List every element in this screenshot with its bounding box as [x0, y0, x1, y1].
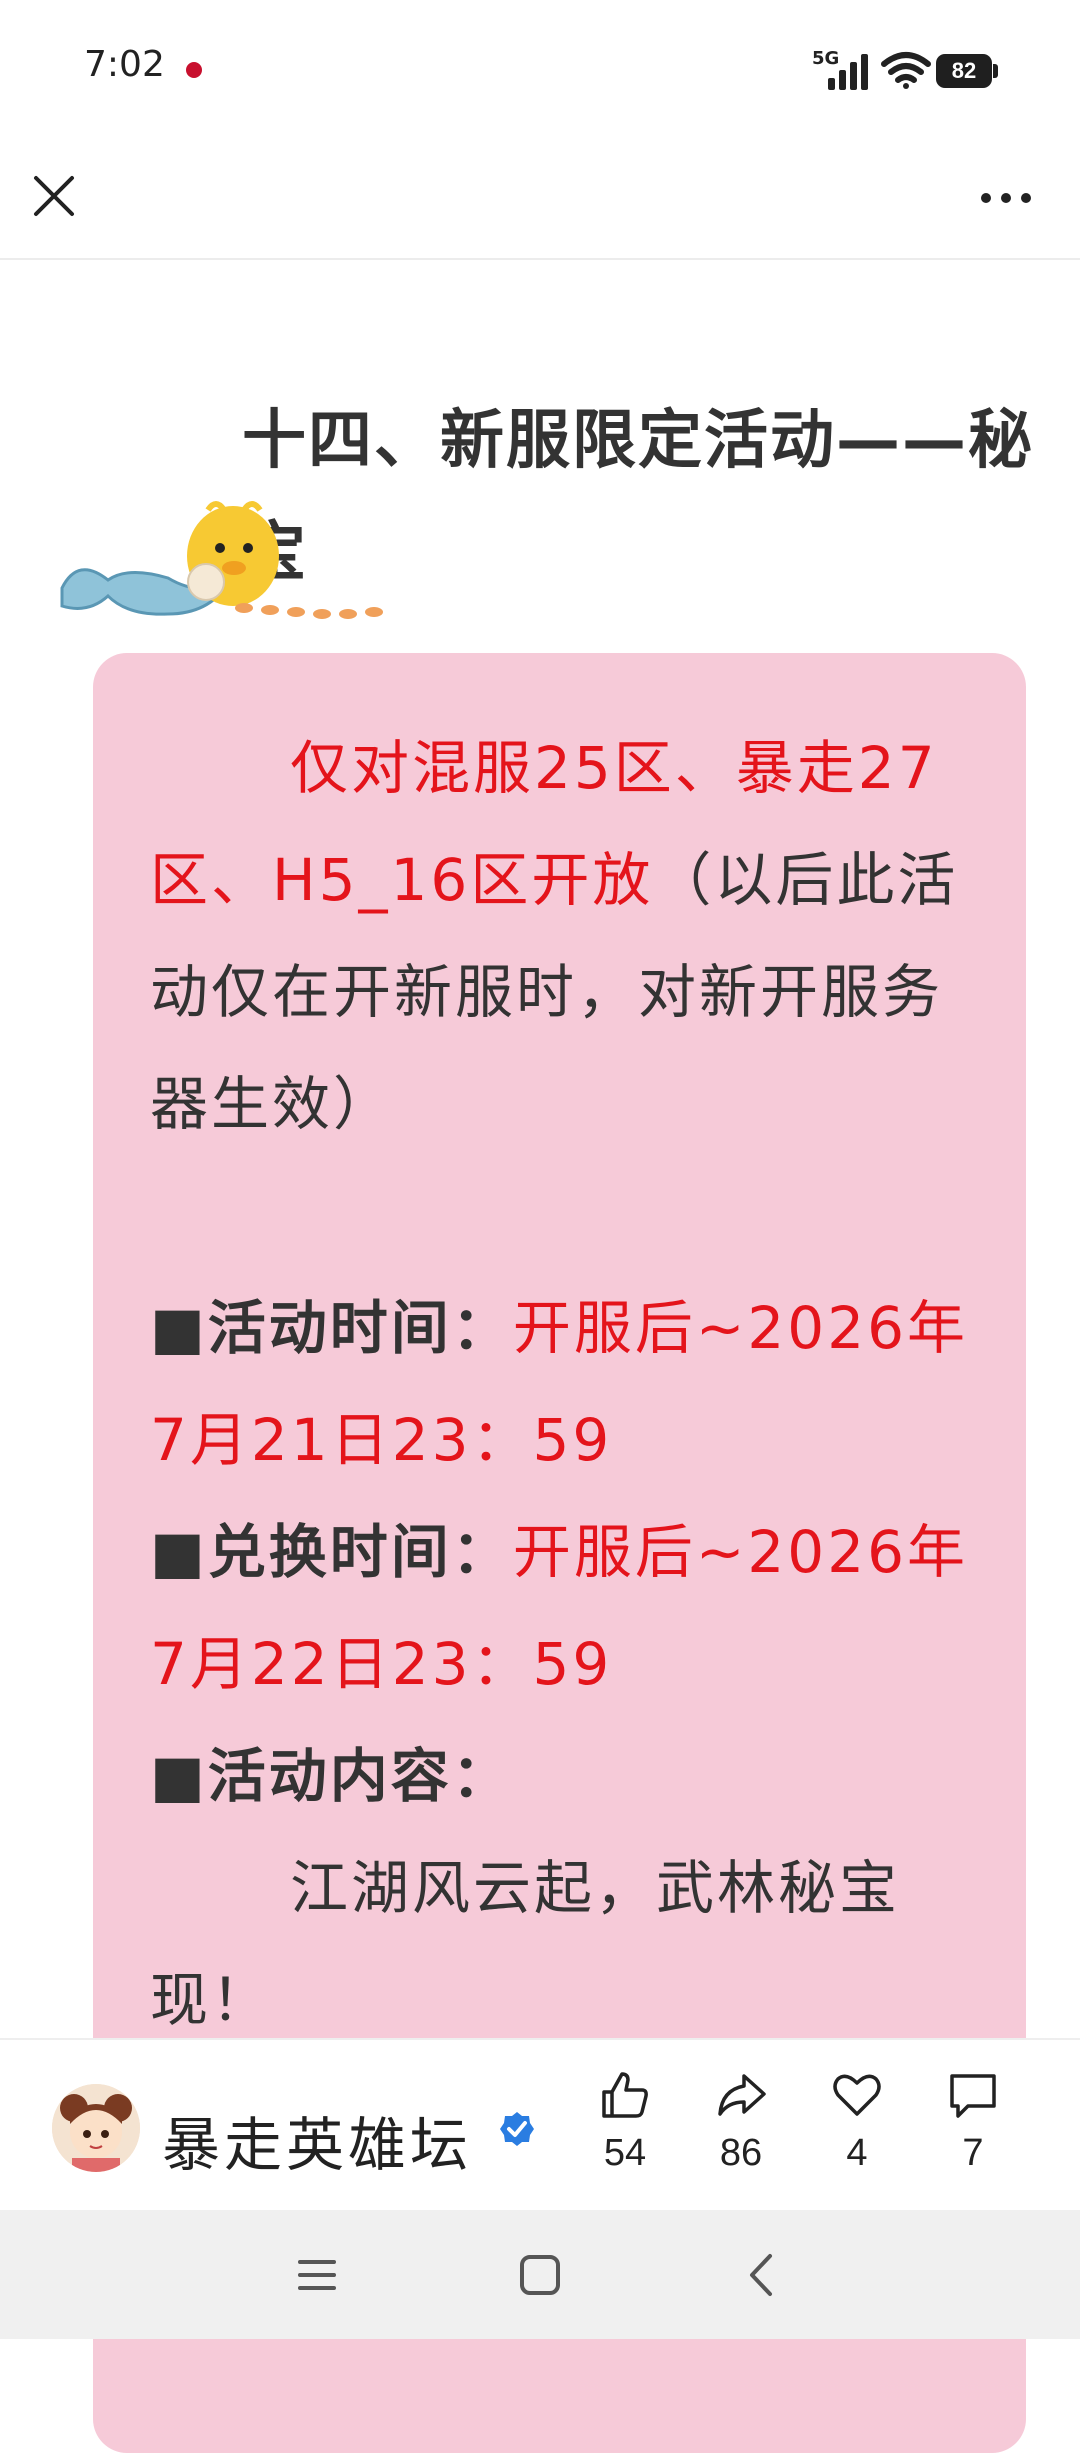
like-button[interactable]: 54 [580, 2068, 670, 2175]
thumbs-up-icon [602, 2072, 648, 2118]
activity-content-text: 江湖风云起，武林秘宝现！ [150, 1854, 901, 2034]
author-avatar[interactable] [52, 2084, 140, 2172]
exchange-time: ■兑换时间：开服后~2026年7月22日23：59 [150, 1496, 970, 1720]
notification-icon [186, 62, 202, 78]
share-count: 86 [719, 2132, 763, 2174]
battery-icon: 82 [936, 54, 998, 88]
activity-content-label: ■活动内容： [150, 1742, 513, 1810]
verified-badge-icon [500, 2112, 534, 2146]
top-bar [0, 140, 1080, 260]
status-bar: 7:02 5G 82 [0, 0, 1080, 140]
back-icon[interactable] [736, 2248, 790, 2302]
more-options-icon[interactable] [976, 170, 1036, 222]
comment-button[interactable]: 7 [928, 2068, 1018, 2175]
like-count: 54 [603, 2132, 647, 2174]
close-icon[interactable] [28, 170, 80, 222]
activity-time: ■活动时间：开服后~2026年7月21日23：59 [150, 1272, 970, 1496]
mascot-illustration [60, 501, 383, 619]
battery-level: 82 [936, 54, 992, 88]
activity-card-content: 仅对混服25区、暴走27区、H5_16区开放（以后此活动仅在开新服时，对新开服务… [150, 712, 970, 2056]
heart-icon [833, 2074, 881, 2116]
author-name[interactable]: 暴走英雄坛 [162, 2098, 472, 2182]
recent-apps-icon[interactable] [290, 2248, 344, 2302]
cellular-signal-icon [828, 54, 868, 90]
share-button[interactable]: 86 [696, 2068, 786, 2175]
eligibility-paragraph: 仅对混服25区、暴走27区、H5_16区开放（以后此活动仅在开新服时，对新开服务… [150, 712, 970, 1160]
favorite-count: 4 [846, 2132, 868, 2174]
comment-count: 7 [962, 2132, 984, 2174]
share-icon [718, 2074, 766, 2116]
exchange-time-label: ■兑换时间： [150, 1518, 513, 1586]
favorite-button[interactable]: 4 [812, 2068, 902, 2175]
comment-icon [950, 2074, 996, 2118]
activity-time-label: ■活动时间： [150, 1294, 513, 1362]
bottom-action-bar: 暴走英雄坛 54 86 4 7 [0, 2038, 1080, 2212]
activity-content: 江湖风云起，武林秘宝现！ [150, 1832, 970, 2056]
status-time: 7:02 [84, 44, 165, 85]
system-nav-bar [0, 2210, 1080, 2339]
wifi-icon [881, 52, 931, 89]
home-icon[interactable] [513, 2248, 567, 2302]
